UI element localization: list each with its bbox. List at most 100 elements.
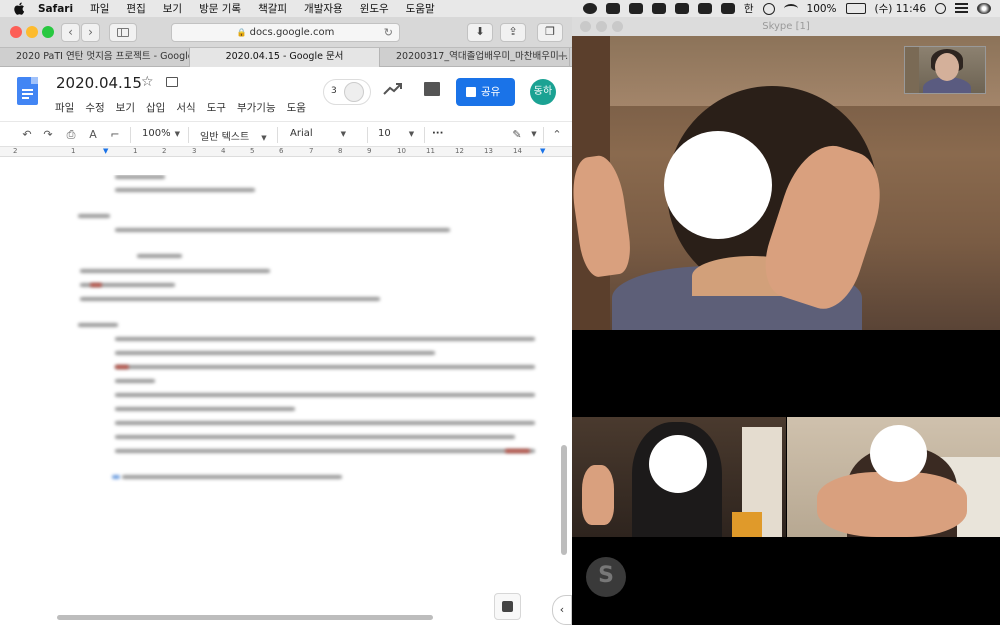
indent-marker-icon[interactable]: ▼ [103, 147, 108, 155]
vertical-scrollbar[interactable] [561, 445, 567, 555]
blurred-text-line [80, 297, 380, 301]
menu-view[interactable]: 보기 [163, 1, 182, 16]
document-canvas[interactable]: ‹ [0, 175, 572, 625]
ruler-mark: 11 [426, 147, 435, 155]
menu-app-safari[interactable]: Safari [38, 3, 73, 15]
docs-menu-tools[interactable]: 도구 [207, 100, 226, 115]
style-select[interactable]: 일반 텍스트 ▼ [200, 128, 267, 143]
ruler-mark: 13 [484, 147, 493, 155]
zoom-select[interactable]: 100% ▼ [142, 128, 180, 139]
side-panel-toggle[interactable]: ‹ [552, 595, 572, 625]
star-icon[interactable]: ☆ [141, 74, 154, 90]
tray-app-icon[interactable] [674, 3, 689, 14]
lock-icon: 🔒 [236, 28, 247, 37]
docs-menu-insert[interactable]: 삽입 [146, 100, 165, 115]
edit-mode-pencil-icon[interactable]: ✎ [511, 129, 523, 140]
zoom-window-button[interactable] [42, 26, 54, 38]
document-page[interactable] [0, 175, 556, 615]
ruler[interactable]: 2 1 ▼ 1 2 3 4 5 6 7 8 9 10 11 12 13 14 ▼ [0, 147, 572, 157]
menu-edit[interactable]: 편집 [126, 1, 145, 16]
share-page-button[interactable]: ⇪ [500, 23, 526, 42]
wifi-icon[interactable] [783, 4, 798, 13]
tray-app-icon[interactable] [582, 3, 597, 14]
docs-menu-addons[interactable]: 부가기능 [237, 100, 276, 115]
close-window-button[interactable] [10, 26, 22, 38]
minimize-window-button[interactable] [596, 21, 607, 32]
zoom-window-button[interactable] [612, 21, 623, 32]
collaborators-indicator[interactable]: 3 [323, 79, 371, 105]
menu-file[interactable]: 파일 [90, 1, 109, 16]
siri-icon[interactable] [977, 3, 991, 14]
input-source-indicator[interactable]: 한 [744, 1, 754, 16]
more-options-button[interactable]: ··· [432, 128, 443, 139]
font-select[interactable]: Arial ▼ [290, 128, 346, 139]
blurred-text-line [115, 175, 165, 179]
new-tab-button[interactable]: + [557, 48, 568, 65]
blurred-text-line [505, 449, 530, 453]
back-button[interactable]: ‹ [61, 23, 80, 42]
document-title[interactable]: 2020.04.15 [56, 74, 142, 92]
self-view-shelf [905, 47, 919, 93]
activity-trend-icon[interactable] [383, 81, 403, 97]
address-bar[interactable]: 🔒 docs.google.com ↻ [171, 23, 400, 42]
move-folder-icon[interactable] [166, 77, 178, 87]
docs-menu-format[interactable]: 서식 [176, 100, 195, 115]
menu-help[interactable]: 도움말 [406, 1, 435, 16]
tab-pati-project[interactable]: 2020 PaTI 연탄 멋지음 프로젝트 - Google 드... [0, 48, 190, 67]
minimize-window-button[interactable] [26, 26, 38, 38]
right-indent-marker-icon[interactable]: ▼ [540, 147, 545, 155]
tab-overview-button[interactable]: ❐ [537, 23, 563, 42]
search-icon[interactable] [935, 3, 946, 14]
spellcheck-icon[interactable]: A [87, 129, 99, 140]
toolbar-divider [543, 127, 544, 143]
paint-format-icon[interactable]: ⌐ [109, 129, 121, 140]
tray-creative-cloud-icon[interactable] [628, 3, 643, 14]
safari-toolbar: ‹ › 🔒 docs.google.com ↻ ⬇ ⇪ ❐ [0, 17, 572, 48]
sidebar-toggle-button[interactable] [109, 23, 137, 42]
share-button[interactable]: 공유 [456, 78, 515, 106]
skype-logo-icon: S [586, 557, 626, 597]
tab-graduation-doc[interactable]: 20200317_역대졸업배우미_마찬배우미 -... [380, 48, 570, 67]
tab-google-doc[interactable]: 2020.04.15 - Google 문서 [190, 48, 380, 67]
forward-button[interactable]: › [81, 23, 100, 42]
docs-menu-view[interactable]: 보기 [116, 100, 135, 115]
bluetooth-icon[interactable] [762, 2, 775, 15]
ruler-mark: 5 [250, 147, 255, 155]
comments-icon[interactable] [424, 82, 440, 96]
people-icon [344, 82, 364, 102]
redo-icon[interactable]: ↷ [42, 129, 54, 140]
tray-app-icon[interactable] [651, 3, 666, 14]
clock[interactable]: (수) 11:46 [875, 1, 926, 16]
horizontal-scrollbar[interactable] [57, 615, 433, 620]
close-window-button[interactable] [580, 21, 591, 32]
explore-button[interactable] [494, 593, 521, 620]
docs-menu-edit[interactable]: 수정 [85, 100, 104, 115]
print-icon[interactable]: ⎙ [65, 129, 77, 140]
tray-app-icon[interactable] [697, 3, 712, 14]
menu-window[interactable]: 윈도우 [360, 1, 389, 16]
menu-history[interactable]: 방문 기록 [199, 1, 241, 16]
menu-list-icon[interactable] [955, 3, 968, 14]
user-avatar[interactable]: 동하 [530, 79, 556, 105]
menu-bookmarks[interactable]: 책갈피 [258, 1, 287, 16]
downloads-button[interactable]: ⬇ [467, 23, 493, 42]
video-feed-participant-3[interactable] [787, 417, 1000, 537]
apple-icon[interactable] [14, 2, 26, 15]
chevron-down-icon: ▼ [261, 134, 267, 142]
google-docs-logo-icon[interactable] [17, 77, 38, 105]
tray-app-icon[interactable] [605, 3, 620, 14]
battery-icon[interactable] [845, 3, 866, 14]
reload-icon[interactable]: ↻ [384, 24, 393, 41]
undo-icon[interactable]: ↶ [21, 129, 33, 140]
docs-menu-help[interactable]: 도움 [287, 100, 306, 115]
tray-app-icon[interactable] [720, 3, 735, 14]
skype-window-title: Skype [1] [762, 21, 810, 32]
collapse-menus-icon[interactable]: ⌃ [551, 129, 563, 140]
sidebar-icon [117, 28, 129, 37]
self-view-video[interactable] [904, 46, 986, 94]
video-feed-participant-2[interactable] [572, 417, 786, 537]
menu-develop[interactable]: 개발자용 [304, 1, 343, 16]
font-size-select[interactable]: 10 ▼ [378, 128, 414, 139]
chevron-down-icon[interactable]: ▼ [528, 129, 540, 140]
docs-menu-file[interactable]: 파일 [55, 100, 74, 115]
